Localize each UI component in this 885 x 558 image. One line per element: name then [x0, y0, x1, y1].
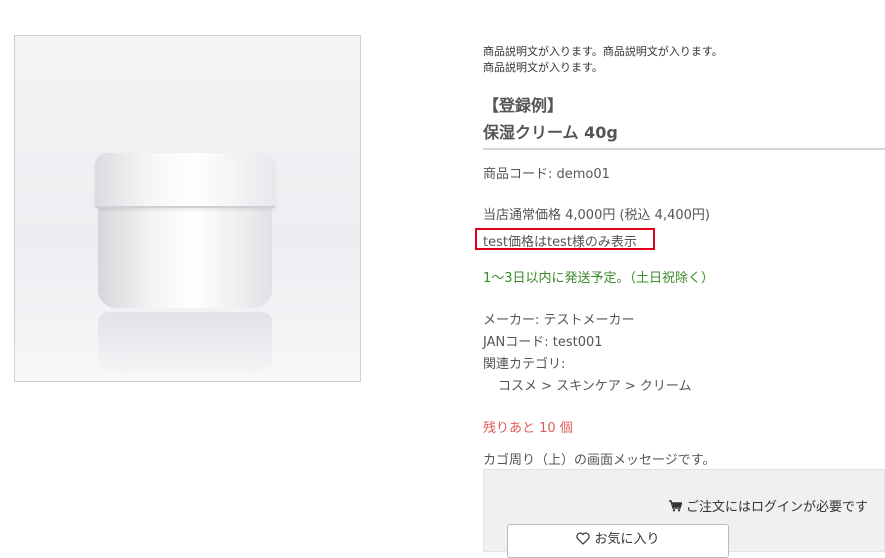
description-line: 商品説明文が入ります。商品説明文が入ります。 [483, 45, 723, 58]
shipping-info: 1〜3日以内に発送予定。（土日祝除く） [483, 271, 715, 286]
product-description: 商品説明文が入ります。商品説明文が入ります。 商品説明文が入ります。 [483, 44, 863, 76]
title-divider [483, 148, 885, 150]
regular-price: 当店通常価格 4,000円 (税込 4,400円) [483, 208, 710, 223]
category-label: 関連カテゴリ: [483, 357, 566, 372]
jar-seam [95, 206, 275, 208]
login-required-message: ご注文にはログインが必要です [668, 496, 868, 516]
member-price-notice: test価格はtest様のみ表示 [483, 235, 637, 250]
jar-lid [95, 153, 275, 208]
title-tag: 【登録例】 [483, 96, 564, 115]
cart-message: カゴ周り（上）の画面メッセージです。 [483, 453, 716, 468]
title-name: 保湿クリーム 40g [483, 123, 618, 142]
cart-area: ご注文にはログインが必要です お気に入り [483, 469, 885, 558]
description-line: 商品説明文が入ります。 [483, 61, 603, 74]
jar-reflection [98, 312, 272, 372]
stock-remaining: 残りあと 10 個 [483, 421, 573, 436]
category-path[interactable]: コスメ > スキンケア > クリーム [498, 375, 692, 394]
product-image[interactable] [14, 35, 361, 382]
favorite-label: お気に入り [594, 532, 660, 547]
login-required-text: ご注文にはログインが必要です [685, 500, 868, 515]
product-code: 商品コード: demo01 [483, 167, 610, 182]
cart-icon [668, 500, 683, 516]
jan-code: JANコード: test001 [483, 335, 603, 350]
jar-body [98, 208, 272, 308]
favorite-button[interactable]: お気に入り [507, 524, 729, 558]
product-title: 【登録例】 保湿クリーム 40g [483, 92, 618, 146]
heart-icon [576, 527, 591, 557]
maker: メーカー: テストメーカー [483, 313, 635, 328]
